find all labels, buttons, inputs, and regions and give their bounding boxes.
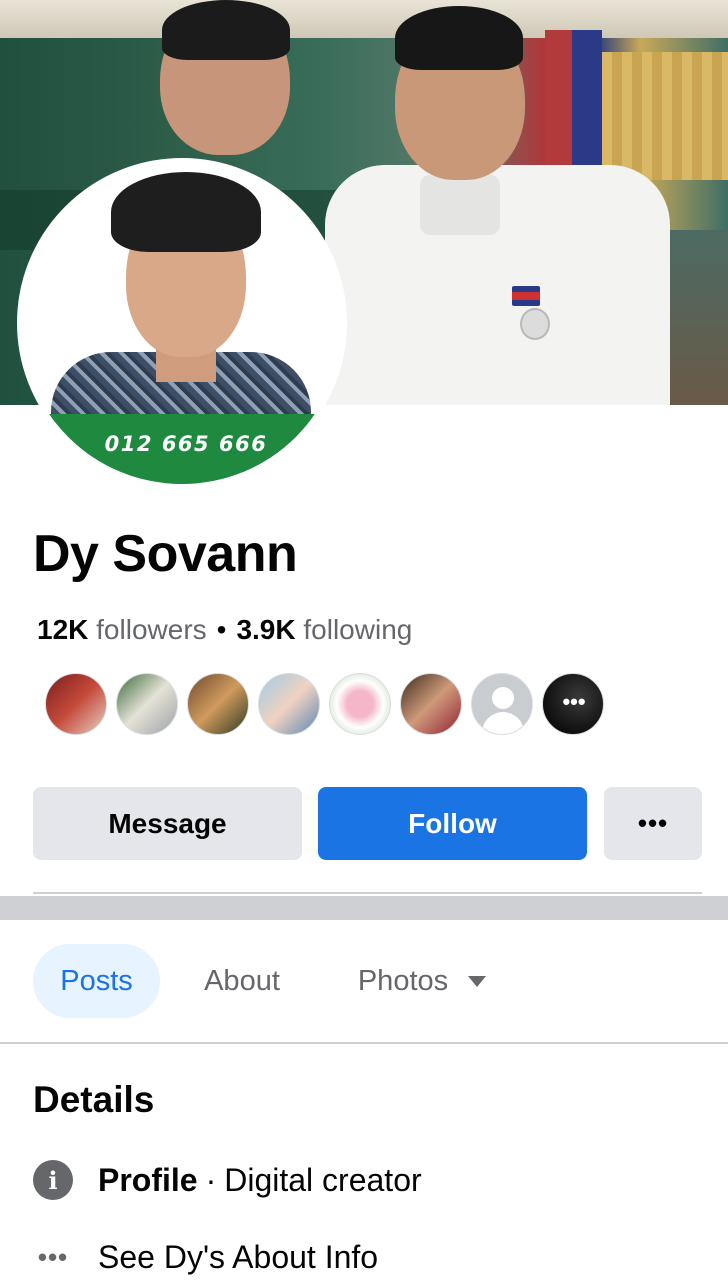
follower-avatar[interactable]: [258, 673, 320, 735]
medal: [520, 308, 550, 340]
followers-count[interactable]: 12K: [37, 614, 88, 645]
followers-label[interactable]: followers: [96, 614, 206, 645]
following-label[interactable]: following: [303, 614, 412, 645]
message-button[interactable]: Message: [33, 787, 302, 860]
divider: [33, 892, 702, 894]
tab-posts[interactable]: Posts: [33, 944, 160, 1018]
follow-button[interactable]: Follow: [318, 787, 587, 860]
stats-separator: •: [216, 614, 227, 645]
info-icon: i: [33, 1160, 73, 1200]
avatar-phone-number: 012 665 666: [104, 432, 268, 456]
detail-row-profile: i Profile · Digital creator: [33, 1155, 422, 1205]
profile-avatar[interactable]: 012 665 666: [17, 158, 347, 488]
follower-avatars: •••: [45, 673, 604, 739]
cover-person-right-hair: [395, 6, 523, 70]
more-dots-icon: •••: [37, 1241, 69, 1272]
caret-down-icon: [468, 975, 487, 987]
flag-pin: [512, 286, 540, 306]
cover-curtain: [602, 52, 728, 180]
cover-person-left-hair: [162, 0, 290, 60]
follower-avatar[interactable]: [329, 673, 391, 735]
follower-avatar[interactable]: [400, 673, 462, 735]
profile-category: Digital creator: [224, 1161, 422, 1198]
cover-person-right-collar: [420, 175, 500, 235]
tabs-divider: [0, 1042, 728, 1044]
profile-name: Dy Sovann: [33, 525, 298, 583]
cover-tent-canopy: [0, 0, 728, 38]
follower-avatar[interactable]: [116, 673, 178, 735]
profile-stats: 12K followers • 3.9K following: [37, 612, 412, 648]
more-options-button[interactable]: •••: [604, 787, 702, 860]
see-about-info-link[interactable]: See Dy's About Info: [98, 1239, 378, 1276]
profile-tabs: Posts About Photos: [0, 944, 728, 1018]
more-followers-button[interactable]: •••: [542, 673, 604, 735]
profile-label: Profile: [98, 1161, 198, 1198]
tab-photos[interactable]: Photos: [342, 944, 502, 1018]
avatar-hair: [111, 172, 261, 252]
tab-photos-label: Photos: [357, 964, 449, 997]
profile-separator: ·: [205, 1161, 217, 1198]
detail-row-about[interactable]: ••• See Dy's About Info: [33, 1232, 378, 1282]
default-avatar-body: [482, 712, 524, 734]
following-count[interactable]: 3.9K: [236, 614, 295, 645]
tab-about[interactable]: About: [186, 944, 298, 1018]
default-avatar-head: [492, 687, 514, 709]
section-separator: [0, 896, 728, 920]
default-avatar-icon[interactable]: [471, 673, 533, 735]
more-dots-icon: •••: [562, 689, 586, 714]
details-heading: Details: [33, 1079, 155, 1120]
follower-avatar[interactable]: [45, 673, 107, 735]
follower-avatar[interactable]: [187, 673, 249, 735]
